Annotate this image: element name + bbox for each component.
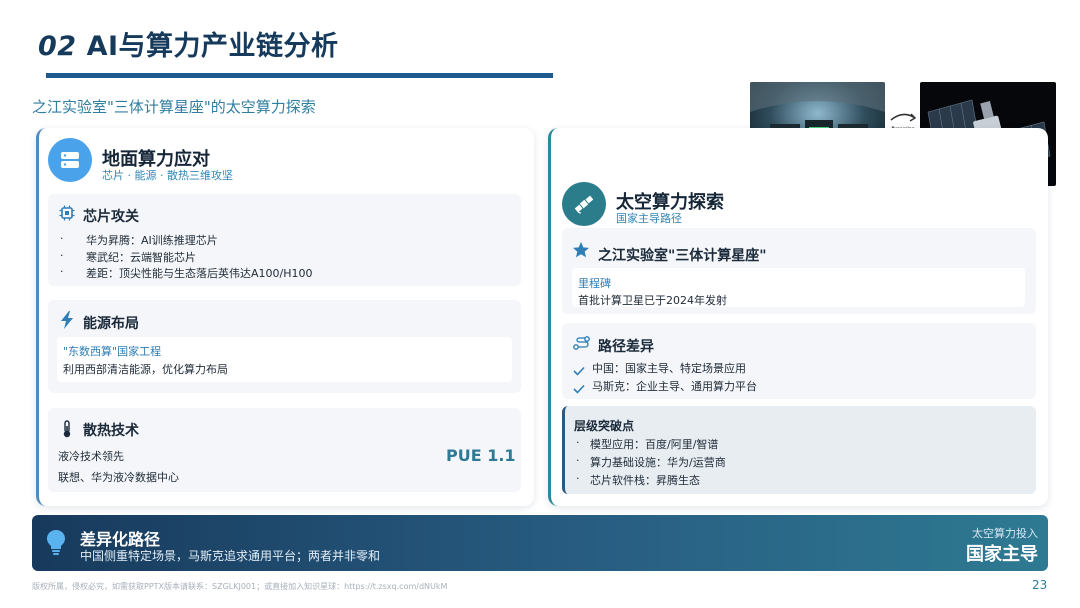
pue-value: PUE 1.1 xyxy=(446,446,516,465)
banner-main: 国家主导 xyxy=(966,544,1038,565)
list-item: · xyxy=(60,232,64,245)
path-title: 路径差异 xyxy=(598,339,654,355)
check-icon xyxy=(573,379,585,398)
cooling-title: 散热技术 xyxy=(83,423,139,439)
chip-icon xyxy=(59,205,75,225)
list-item: 中国：国家主导、特定场景应用 xyxy=(592,362,746,375)
page-title: 02 AI与算力产业链分析 xyxy=(38,24,339,63)
list-item: · xyxy=(576,436,580,449)
energy-title: 能源布局 xyxy=(83,316,139,332)
page-subtitle: 之江实验室"三体计算星座"的太空算力探索 xyxy=(32,98,316,116)
banner-text: 中国侧重特定场景，马斯克追求通用平台；两者并非零和 xyxy=(80,549,381,563)
list-item: 寒武纪：云端智能芯片 xyxy=(86,251,196,264)
list-item: 华为昇腾：AI训练推理芯片 xyxy=(86,234,218,247)
lightning-icon xyxy=(59,311,75,333)
thermometer-icon xyxy=(61,420,73,442)
milestone-label: 里程碑 xyxy=(578,277,611,290)
lightbulb-icon xyxy=(46,529,66,559)
satellite-icon xyxy=(562,182,606,226)
cooling-line-2: 联想、华为液冷数据中心 xyxy=(58,471,179,484)
banner-label: 太空算力投入 xyxy=(972,527,1038,540)
page-number: 23 xyxy=(1032,578,1048,592)
list-item: · xyxy=(576,454,580,467)
server-icon xyxy=(48,138,92,182)
copyright-footer: 版权所属，侵权必究，如需获取PPTX版本请联系：SZGLKJ001；或直接加入知… xyxy=(32,582,448,591)
list-item: · xyxy=(60,265,64,278)
energy-project: "东数西算"国家工程 xyxy=(63,345,162,358)
check-icon xyxy=(573,361,585,380)
constellation-title: 之江实验室"三体计算星座" xyxy=(598,248,767,264)
list-item: 算力基础设施：华为/运营商 xyxy=(590,456,726,469)
ground-panel-subtitle: 芯片 · 能源 · 散热三维攻坚 xyxy=(102,169,233,182)
title-underline xyxy=(46,73,553,78)
list-item: 马斯克：企业主导、通用算力平台 xyxy=(592,380,757,393)
list-item: 芯片软件栈：昇腾生态 xyxy=(590,474,700,487)
milestone-text: 首批计算卫星已于2024年发射 xyxy=(578,294,727,307)
cooling-line-1: 液冷技术领先 xyxy=(58,450,124,463)
breakthrough-title: 层级突破点 xyxy=(574,419,635,433)
chip-title: 芯片攻关 xyxy=(83,209,139,225)
section-title: AI与算力产业链分析 xyxy=(86,31,339,62)
section-number: 02 xyxy=(38,31,77,62)
route-icon xyxy=(573,335,591,355)
star-icon xyxy=(572,241,590,263)
list-item: 差距：顶尖性能与生态落后英伟达A100/H100 xyxy=(86,267,313,280)
list-item: · xyxy=(576,472,580,485)
list-item: 模型应用：百度/阿里/智谱 xyxy=(590,438,719,451)
energy-desc: 利用西部清洁能源，优化算力布局 xyxy=(63,363,228,376)
space-panel-subtitle: 国家主导路径 xyxy=(616,212,682,225)
list-item: · xyxy=(60,249,64,262)
